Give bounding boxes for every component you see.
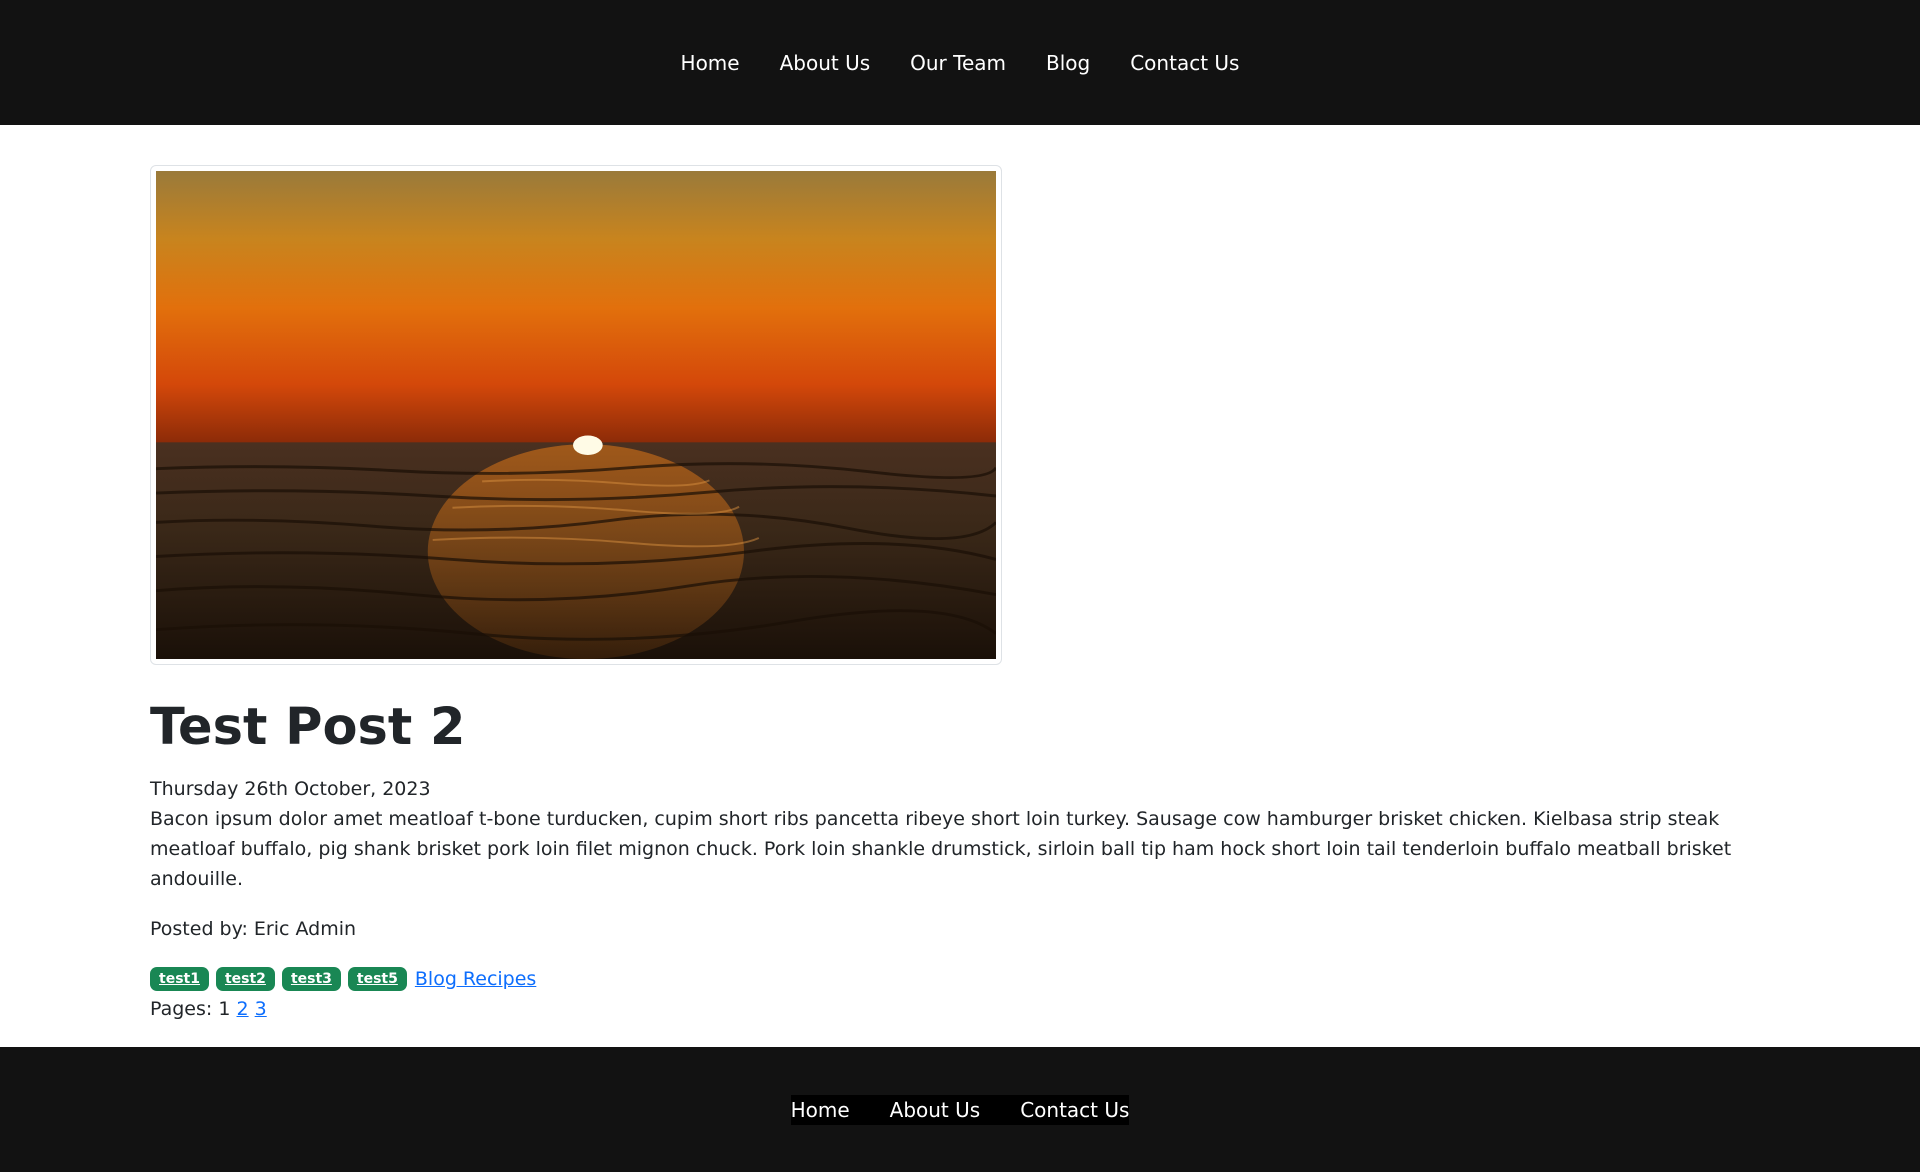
tag-row: test1 test2 test3 test5 Blog Recipes — [150, 964, 1770, 994]
nav-our-team-link[interactable]: Our Team — [890, 48, 1026, 78]
tag-badge-test3[interactable]: test3 — [281, 967, 341, 991]
post-title: Test Post 2 — [150, 698, 466, 757]
footer-nav: Home About Us Contact Us — [0, 1095, 1920, 1125]
nav-about-us-link[interactable]: About Us — [760, 48, 891, 78]
nav-contact-us-link[interactable]: Contact Us — [1110, 48, 1259, 78]
post-date: Thursday 26th October, 2023 — [150, 778, 431, 800]
footer-about-us-link[interactable]: About Us — [870, 1095, 1001, 1125]
post-image-frame — [150, 165, 1002, 665]
pagination: Pages: 1 2 3 — [150, 994, 1770, 1024]
pages-label: Pages: — [150, 998, 213, 1020]
site-header: Home About Us Our Team Blog Contact Us — [0, 0, 1920, 125]
nav-home-link[interactable]: Home — [661, 48, 760, 78]
category-link[interactable]: Blog Recipes — [415, 964, 536, 994]
footer-nav-list: Home About Us Contact Us — [790, 1095, 1130, 1125]
sunset-over-sea-image — [156, 171, 996, 659]
tag-badge-test1[interactable]: test1 — [150, 967, 209, 991]
page-link-3[interactable]: 3 — [255, 998, 267, 1020]
footer-home-link[interactable]: Home — [791, 1095, 870, 1125]
tag-badge-test2[interactable]: test2 — [215, 967, 275, 991]
post-content: Test Post 2 Thursday 26th October, 2023 … — [150, 165, 1770, 1024]
page-link-2[interactable]: 2 — [237, 998, 249, 1020]
nav-blog-link[interactable]: Blog — [1026, 48, 1110, 78]
site-footer: Home About Us Contact Us — [0, 1047, 1920, 1172]
tag-badge-test5[interactable]: test5 — [347, 967, 407, 991]
footer-contact-us-link[interactable]: Contact Us — [1000, 1095, 1129, 1125]
post-author: Posted by: Eric Admin — [150, 918, 357, 940]
main-nav: Home About Us Our Team Blog Contact Us — [0, 0, 1920, 125]
post-body: Bacon ipsum dolor amet meatloaf t-bone t… — [150, 808, 1732, 890]
current-page: 1 — [218, 998, 231, 1020]
